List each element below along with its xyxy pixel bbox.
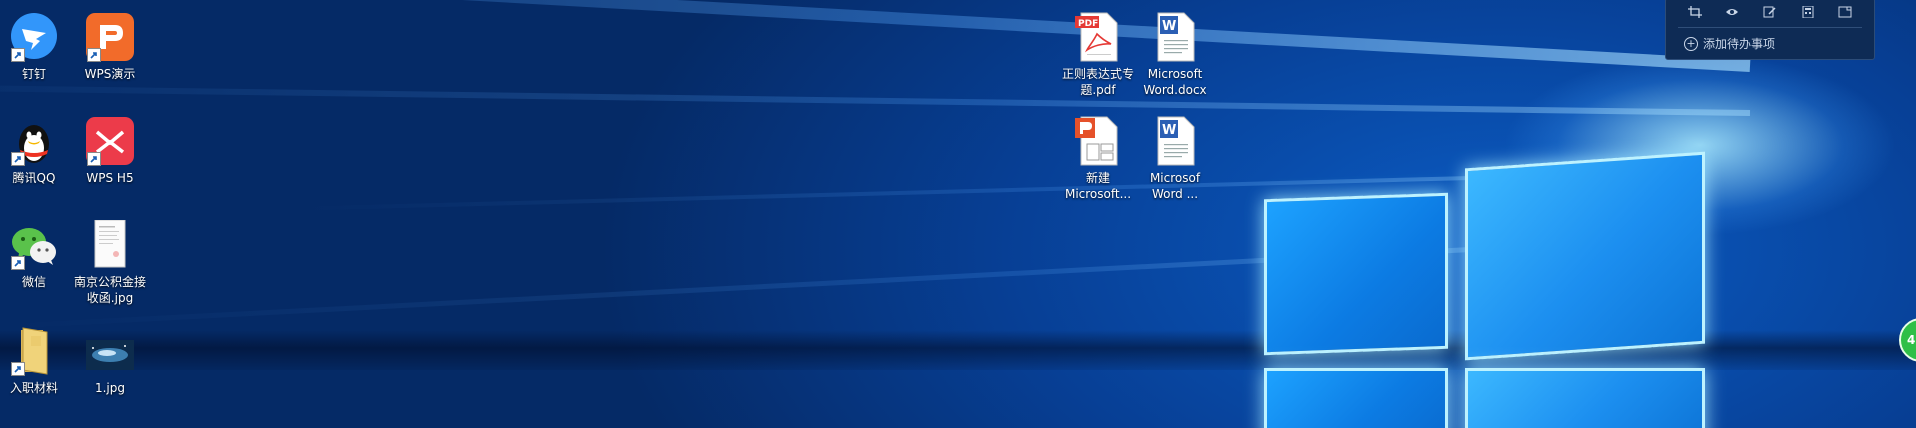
desktop-icon-qq[interactable]: 腾讯QQ (0, 116, 74, 186)
windows-logo-pane (1264, 368, 1448, 428)
word-document-icon: W (1150, 12, 1200, 62)
desktop-icon-label: 钉钉 (21, 67, 46, 81)
desktop-icon-label: 1.jpg (94, 381, 126, 395)
pdf-file-icon: PDF (1073, 12, 1123, 62)
windows-logo-pane (1264, 192, 1448, 356)
shortcut-arrow-icon (11, 362, 25, 376)
desktop-icon-folder[interactable]: 入职材料 (0, 326, 74, 396)
desktop-icon-label: Microsoft Word.docx (1143, 67, 1207, 97)
shortcut-arrow-icon (11, 48, 25, 62)
desktop-icon-word-docx[interactable]: W Microsoft Word.docx (1135, 12, 1215, 98)
badge-value: 48 (1907, 333, 1916, 347)
light-beam (0, 82, 1751, 116)
desktop-icon-label: 正则表达式专 题.pdf (1061, 67, 1134, 97)
desktop-icon-label: 微信 (21, 275, 46, 289)
shortcut-arrow-icon (11, 256, 25, 270)
wps-presentation-icon (85, 12, 135, 62)
desktop-icon-label: WPS演示 (84, 67, 136, 81)
todo-widget: + 添加待办事项 (1665, 0, 1875, 60)
desktop-icon-wechat[interactable]: 微信 (0, 220, 74, 290)
word-document-icon: W (1150, 116, 1200, 166)
desktop-icon-1-jpg[interactable]: 1.jpg (70, 326, 150, 396)
calculator-icon[interactable] (1801, 3, 1815, 19)
add-todo-button[interactable]: + 添加待办事项 (1666, 28, 1874, 52)
windows-logo-pane (1465, 368, 1705, 428)
svg-text:W: W (1162, 123, 1176, 138)
windows-logo-pane (1465, 151, 1705, 361)
shortcut-arrow-icon (87, 152, 101, 166)
image-file-icon (85, 219, 135, 270)
shortcut-arrow-icon (11, 152, 25, 166)
desktop-icon-nanjing-jpg[interactable]: 南京公积金接 收函.jpg (70, 219, 150, 306)
desktop-icon-pdf[interactable]: PDF 正则表达式专 题.pdf (1058, 12, 1138, 98)
desktop-icon-wps-h5[interactable]: WPS H5 (70, 116, 150, 186)
desktop-icon-dingtalk[interactable]: 钉钉 (0, 12, 74, 82)
wechat-icon (9, 220, 59, 270)
add-todo-label: 添加待办事项 (1703, 37, 1776, 51)
desktop-icon-label: WPS H5 (86, 171, 134, 185)
folder-icon (9, 326, 59, 376)
desktop-icon-label: Microsof Word ... (1149, 171, 1201, 201)
eye-icon[interactable] (1725, 3, 1739, 15)
shortcut-arrow-icon (87, 48, 101, 62)
desktop-background (0, 0, 1916, 428)
plus-circle-icon: + (1684, 36, 1698, 51)
svg-text:PDF: PDF (1078, 19, 1098, 29)
desktop-icon-wps-presentation[interactable]: WPS演示 (70, 12, 150, 82)
qq-penguin-icon (9, 116, 59, 166)
wps-h5-icon (85, 116, 135, 166)
desktop-icon-label: 新建 Microsoft... (1064, 171, 1132, 201)
image-thumbnail-icon (85, 326, 135, 376)
crop-icon[interactable] (1687, 3, 1702, 18)
edit-note-icon[interactable] (1763, 3, 1777, 18)
desktop-icon-word-document[interactable]: W Microsof Word ... (1135, 116, 1215, 202)
desktop-icon-label: 南京公积金接 收函.jpg (73, 275, 146, 305)
desktop-icon-label: 腾讯QQ (12, 171, 56, 185)
dingtalk-icon (9, 12, 59, 62)
svg-text:W: W (1162, 19, 1176, 34)
desktop-icon-new-presentation[interactable]: 新建 Microsoft... (1058, 116, 1138, 202)
desktop-icon-label: 入职材料 (9, 381, 58, 395)
light-beam (0, 0, 1751, 72)
wps-presentation-file-icon (1073, 116, 1123, 166)
window-icon[interactable] (1838, 3, 1852, 18)
todo-toolbar (1666, 0, 1874, 21)
